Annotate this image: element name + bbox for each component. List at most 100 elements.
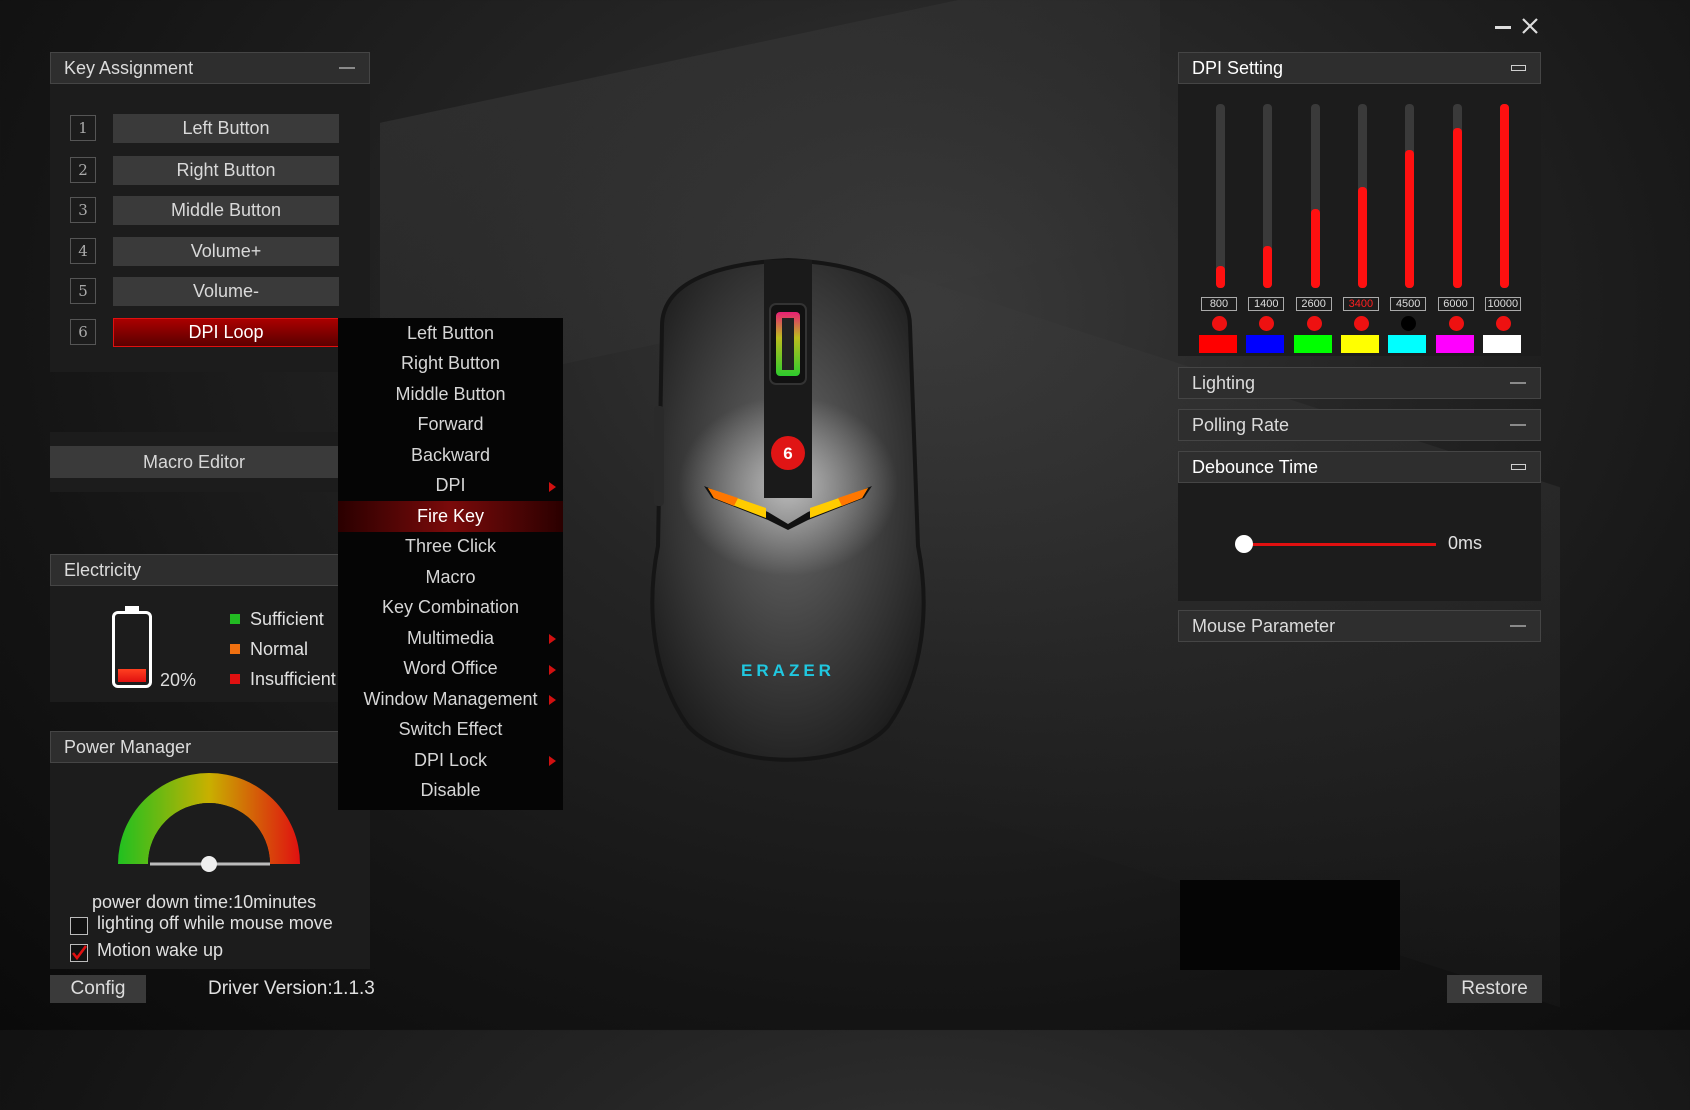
- dpi-select-dot[interactable]: [1401, 316, 1417, 331]
- key-row: 3 Middle Button: [70, 195, 350, 225]
- dpi-select-dot[interactable]: [1448, 316, 1464, 331]
- collapse-icon[interactable]: [1511, 65, 1526, 71]
- battery-fill: [118, 669, 146, 682]
- option-checkbox[interactable]: [70, 944, 88, 962]
- menu-item[interactable]: Macro: [338, 562, 563, 593]
- key-assign-button[interactable]: Left Button: [113, 113, 339, 143]
- key-assign-button[interactable]: Right Button: [113, 155, 339, 185]
- power-down-time: power down time:10minutes: [92, 892, 317, 912]
- dpi-color-swatch[interactable]: [1340, 335, 1379, 353]
- menu-item[interactable]: Key Combination: [338, 593, 563, 624]
- dpi-slider-track[interactable]: [1357, 104, 1367, 288]
- dpi-color-swatch[interactable]: [1199, 335, 1237, 353]
- dpi-slider-track[interactable]: [1452, 104, 1462, 288]
- battery-icon: [112, 606, 152, 688]
- menu-item-label: Macro: [425, 566, 476, 587]
- key-assignment-header[interactable]: Key Assignment: [50, 52, 370, 84]
- menu-item[interactable]: Left Button: [338, 318, 563, 349]
- key-assign-button[interactable]: DPI Loop: [113, 317, 339, 347]
- key-number: 4: [70, 238, 96, 264]
- minimize-icon: [1495, 26, 1511, 29]
- dpi-color-swatch[interactable]: [1482, 335, 1521, 353]
- macro-editor-button[interactable]: Macro Editor: [50, 446, 338, 478]
- dpi-value[interactable]: 3400: [1342, 297, 1379, 311]
- dpi-setting-header[interactable]: DPI Setting: [1178, 52, 1541, 84]
- key-number: 6: [70, 319, 96, 345]
- menu-item[interactable]: DPI: [338, 471, 563, 502]
- debounce-time-panel: Debounce Time 0ms: [1178, 451, 1541, 601]
- dpi-select-dot[interactable]: [1306, 316, 1322, 331]
- electricity-panel: Electricity 20% Sufficient Normal Insuffic…: [50, 554, 370, 702]
- dpi-slider-fill: [1310, 208, 1320, 288]
- mouse-parameter-header[interactable]: Mouse Parameter: [1178, 610, 1541, 642]
- menu-item[interactable]: Switch Effect: [338, 715, 563, 746]
- key-assign-button[interactable]: Volume+: [113, 236, 339, 266]
- dpi-value[interactable]: 1400: [1248, 297, 1285, 311]
- electricity-header[interactable]: Electricity: [50, 554, 370, 586]
- key-assign-button[interactable]: Volume-: [113, 276, 339, 306]
- dpi-value[interactable]: 10000: [1484, 297, 1521, 311]
- dpi-value[interactable]: 800: [1201, 297, 1237, 311]
- submenu-arrow-icon: [549, 634, 556, 644]
- dpi-color-swatch[interactable]: [1293, 335, 1332, 353]
- dpi-slider-track[interactable]: [1310, 104, 1320, 288]
- key-row: 1 Left Button: [70, 113, 350, 143]
- dpi-slider-fill: [1499, 104, 1509, 288]
- debounce-slider-track[interactable]: [1248, 543, 1436, 546]
- minimize-button[interactable]: [1494, 18, 1512, 36]
- close-icon: [1522, 18, 1538, 34]
- polling-rate-header[interactable]: Polling Rate: [1178, 409, 1541, 441]
- dpi-select-dot[interactable]: [1212, 316, 1227, 331]
- dpi-slider-track[interactable]: [1216, 104, 1225, 288]
- menu-item-label: Switch Effect: [398, 719, 503, 740]
- dpi-color-swatch[interactable]: [1246, 335, 1285, 353]
- dpi-value[interactable]: 2600: [1295, 297, 1332, 311]
- menu-item[interactable]: Window Management: [338, 684, 563, 715]
- menu-item[interactable]: Middle Button: [338, 379, 563, 410]
- dpi-select-dot[interactable]: [1353, 316, 1369, 331]
- expand-icon[interactable]: [1510, 424, 1526, 426]
- power-manager-header[interactable]: Power Manager: [50, 731, 370, 763]
- dpi-slider-fill: [1216, 265, 1225, 288]
- debounce-slider-handle[interactable]: [1235, 535, 1253, 553]
- dpi-value[interactable]: 4500: [1390, 297, 1427, 311]
- close-button[interactable]: [1520, 16, 1540, 36]
- power-manager-panel: Power Manager power down time:10minutes …: [50, 731, 370, 969]
- key-assign-button[interactable]: Middle Button: [113, 195, 339, 225]
- panel-title: Mouse Parameter: [1192, 615, 1336, 636]
- menu-item-label: Forward: [417, 414, 484, 435]
- dpi-slider-fill: [1452, 127, 1462, 288]
- dpi-value[interactable]: 6000: [1437, 297, 1474, 311]
- menu-item[interactable]: Backward: [338, 440, 563, 471]
- menu-item[interactable]: Three Click: [338, 532, 563, 563]
- menu-item[interactable]: Disable: [338, 776, 563, 807]
- dpi-select-dot[interactable]: [1259, 316, 1275, 331]
- config-button[interactable]: Config: [50, 975, 146, 1003]
- menu-item[interactable]: DPI Lock: [338, 745, 563, 776]
- power-down-gauge[interactable]: [110, 771, 310, 881]
- menu-item[interactable]: Word Office: [338, 654, 563, 685]
- menu-item[interactable]: Forward: [338, 410, 563, 441]
- option-checkbox[interactable]: [70, 917, 88, 935]
- dpi-slider-track[interactable]: [1263, 104, 1273, 288]
- menu-item-label: Three Click: [404, 536, 497, 557]
- dpi-slider-track[interactable]: [1499, 104, 1509, 288]
- menu-item-label: Fire Key: [416, 505, 485, 526]
- legend-swatch: [230, 674, 240, 684]
- expand-icon[interactable]: [1510, 625, 1526, 627]
- dpi-color-swatch[interactable]: [1388, 335, 1427, 353]
- collapse-icon[interactable]: [1511, 464, 1526, 470]
- panel-title: Electricity: [64, 559, 142, 580]
- dpi-select-dot[interactable]: [1495, 316, 1511, 331]
- menu-item[interactable]: Right Button: [338, 349, 563, 380]
- dpi-slider-track[interactable]: [1405, 104, 1415, 288]
- collapse-icon[interactable]: [339, 67, 355, 69]
- lighting-header[interactable]: Lighting: [1178, 367, 1541, 399]
- restore-button[interactable]: Restore: [1447, 975, 1542, 1003]
- menu-item[interactable]: Multimedia: [338, 623, 563, 654]
- dpi-color-swatch[interactable]: [1435, 335, 1474, 353]
- submenu-arrow-icon: [549, 756, 556, 766]
- expand-icon[interactable]: [1510, 382, 1526, 384]
- menu-item[interactable]: Fire Key: [338, 501, 563, 532]
- debounce-time-header[interactable]: Debounce Time: [1178, 451, 1541, 483]
